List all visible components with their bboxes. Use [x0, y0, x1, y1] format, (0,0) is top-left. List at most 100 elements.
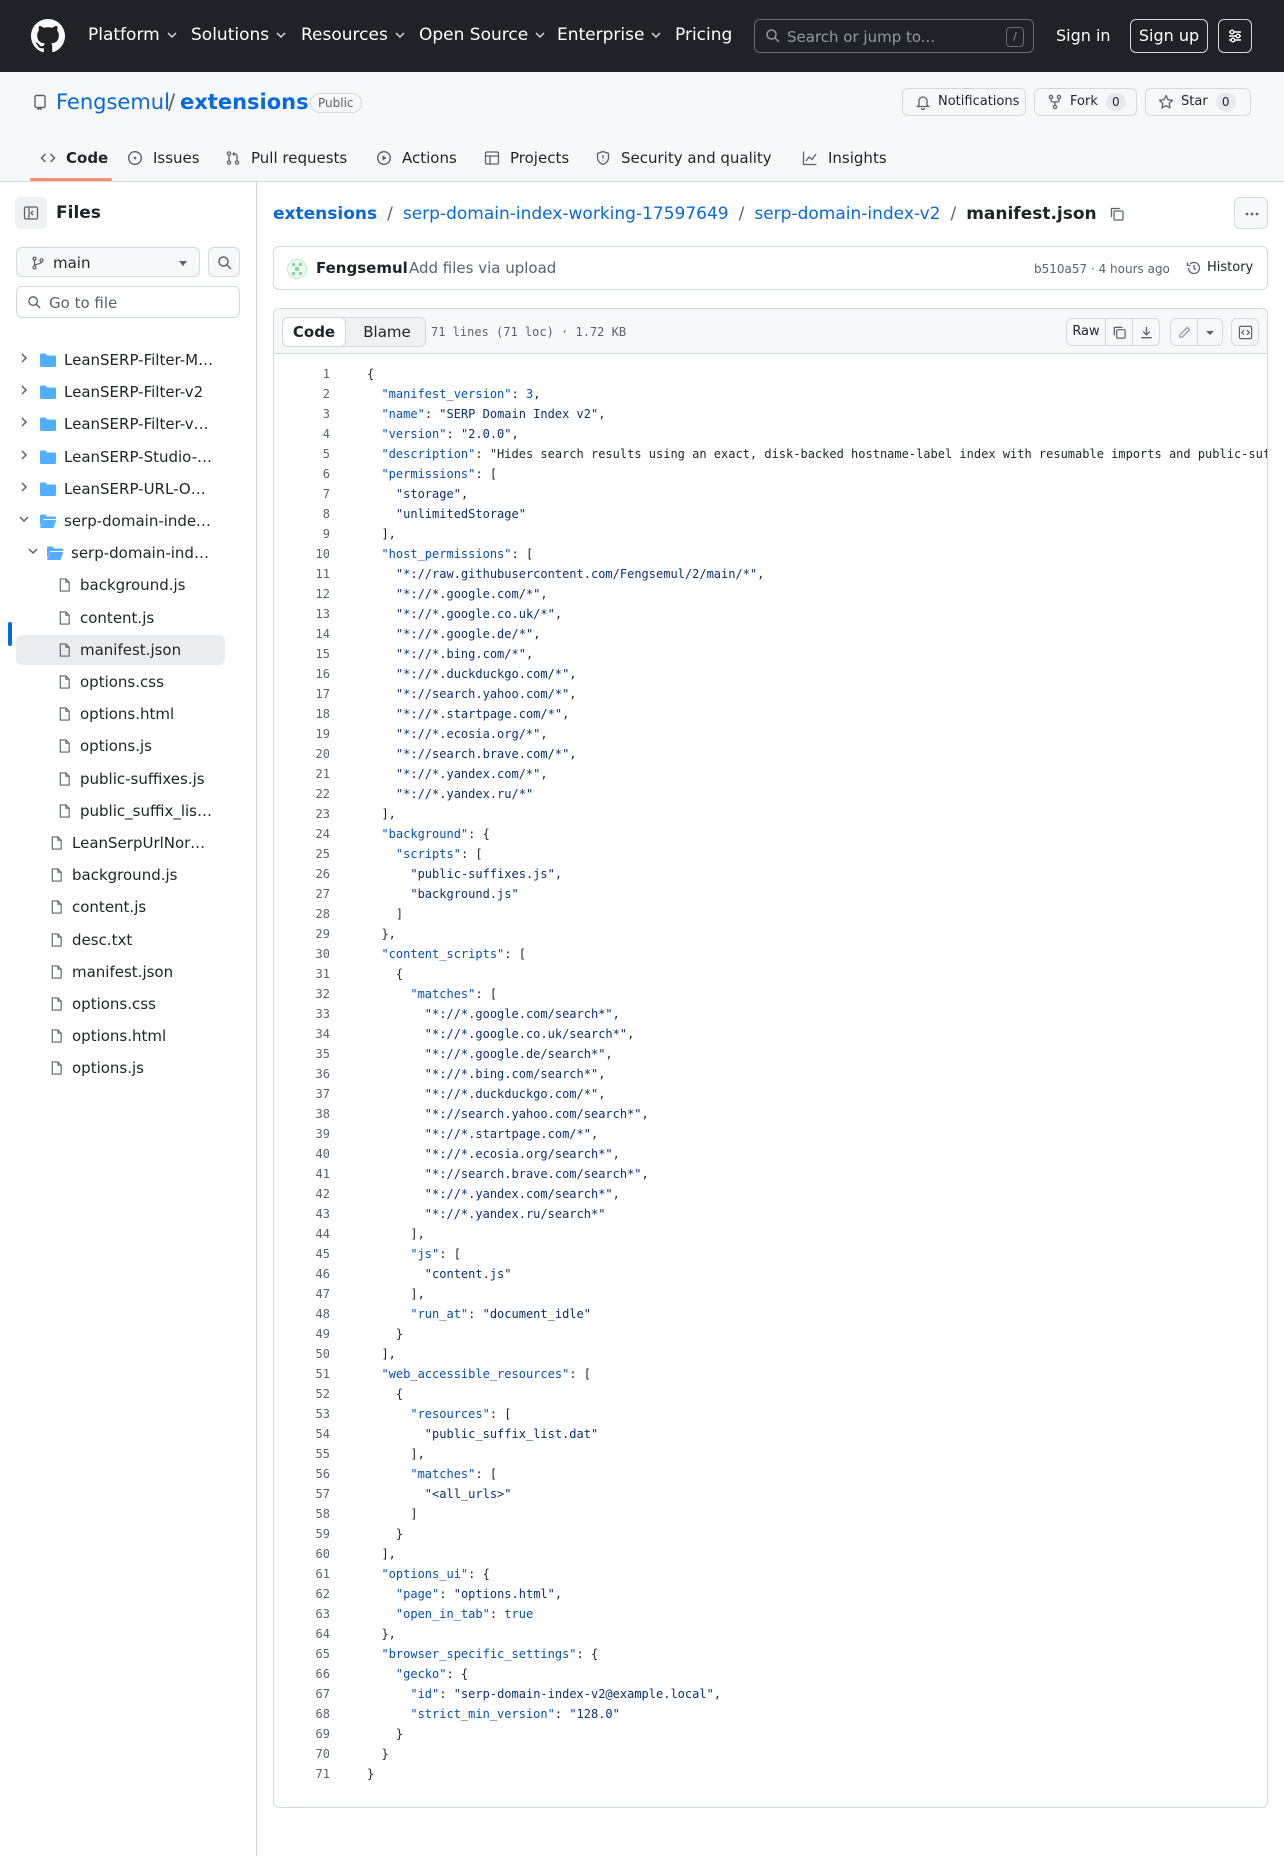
nav-solutions[interactable]: Solutions — [191, 24, 287, 46]
nav-platform[interactable]: Platform — [88, 24, 178, 46]
line-number[interactable]: 35 — [274, 1044, 330, 1064]
code-view[interactable]: 1{2 "manifest_version": 3, 3 "name": "SER… — [274, 364, 1267, 1784]
commit-sha-and-time[interactable]: b510a57 · 4 hours ago — [1034, 261, 1170, 277]
settings-menu-button[interactable] — [1218, 19, 1252, 53]
line-number[interactable]: 45 — [274, 1244, 330, 1264]
line-number[interactable]: 50 — [274, 1344, 330, 1364]
sign-in-link[interactable]: Sign in — [1056, 25, 1111, 47]
chevron-right-icon[interactable] — [18, 416, 30, 428]
more-options-button[interactable] — [1234, 197, 1268, 229]
line-number[interactable]: 8 — [274, 504, 330, 524]
edit-file-button[interactable] — [1170, 318, 1198, 346]
tab-projects[interactable]: Projects — [484, 147, 569, 169]
line-number[interactable]: 64 — [274, 1624, 330, 1644]
line-number[interactable]: 70 — [274, 1744, 330, 1764]
line-number[interactable]: 53 — [274, 1404, 330, 1424]
tree-folder-item[interactable]: LeanSERP-Studio-p... — [0, 442, 240, 472]
line-number[interactable]: 2 — [274, 384, 330, 404]
tree-file-item[interactable]: options.js — [0, 731, 240, 761]
line-number[interactable]: 27 — [274, 884, 330, 904]
line-number[interactable]: 42 — [274, 1184, 330, 1204]
line-number[interactable]: 22 — [274, 784, 330, 804]
line-number[interactable]: 43 — [274, 1204, 330, 1224]
line-number[interactable]: 10 — [274, 544, 330, 564]
chevron-right-icon[interactable] — [18, 352, 30, 364]
tab-issues[interactable]: Issues — [127, 147, 200, 169]
line-number[interactable]: 16 — [274, 664, 330, 684]
tree-file-item[interactable]: manifest.json — [0, 634, 240, 665]
line-number[interactable]: 29 — [274, 924, 330, 944]
nav-enterprise[interactable]: Enterprise — [557, 24, 662, 46]
line-number[interactable]: 14 — [274, 624, 330, 644]
tree-folder-item[interactable]: LeanSERP-URL-Out... — [0, 474, 240, 504]
line-number[interactable]: 11 — [274, 564, 330, 584]
search-files-button[interactable] — [208, 247, 240, 277]
notifications-button[interactable]: Notifications — [902, 88, 1026, 116]
avatar[interactable] — [287, 259, 307, 279]
line-number[interactable]: 44 — [274, 1224, 330, 1244]
symbols-panel-button[interactable] — [1231, 318, 1259, 346]
line-number[interactable]: 41 — [274, 1164, 330, 1184]
line-number[interactable]: 9 — [274, 524, 330, 544]
line-number[interactable]: 55 — [274, 1444, 330, 1464]
line-number[interactable]: 59 — [274, 1524, 330, 1544]
sign-up-button[interactable]: Sign up — [1130, 19, 1208, 53]
line-number[interactable]: 7 — [274, 484, 330, 504]
line-number[interactable]: 37 — [274, 1084, 330, 1104]
line-number[interactable]: 67 — [274, 1684, 330, 1704]
line-number[interactable]: 47 — [274, 1284, 330, 1304]
tab-pull-requests[interactable]: Pull requests — [225, 147, 347, 169]
line-number[interactable]: 48 — [274, 1304, 330, 1324]
tree-file-item[interactable]: options.html — [0, 699, 240, 729]
line-number[interactable]: 69 — [274, 1724, 330, 1744]
tree-file-item[interactable]: options.css — [0, 989, 240, 1019]
tree-file-item[interactable]: desc.txt — [0, 925, 240, 955]
line-number[interactable]: 57 — [274, 1484, 330, 1504]
commit-author-link[interactable]: Fengsemul — [316, 259, 408, 277]
line-number[interactable]: 31 — [274, 964, 330, 984]
chevron-down-icon[interactable] — [27, 545, 39, 557]
line-number[interactable]: 39 — [274, 1124, 330, 1144]
tree-file-item[interactable]: options.js — [0, 1053, 240, 1083]
chevron-down-icon[interactable] — [18, 513, 30, 525]
tree-file-item[interactable]: background.js — [0, 570, 240, 600]
tree-file-item[interactable]: manifest.json — [0, 957, 240, 987]
breadcrumb-subfolder-link[interactable]: serp-domain-index-v2 — [754, 203, 940, 225]
line-number[interactable]: 36 — [274, 1064, 330, 1084]
chevron-right-icon[interactable] — [18, 384, 30, 396]
line-number[interactable]: 1 — [274, 364, 330, 384]
download-button[interactable] — [1132, 318, 1160, 346]
line-number[interactable]: 4 — [274, 424, 330, 444]
tree-file-item[interactable]: content.js — [0, 892, 240, 922]
line-number[interactable]: 5 — [274, 444, 330, 464]
line-number[interactable]: 46 — [274, 1264, 330, 1284]
line-number[interactable]: 60 — [274, 1544, 330, 1564]
line-number[interactable]: 62 — [274, 1584, 330, 1604]
tree-file-item[interactable]: options.css — [0, 667, 240, 697]
blame-view-button[interactable]: Blame — [353, 323, 421, 341]
line-number[interactable]: 13 — [274, 604, 330, 624]
tree-file-item[interactable]: background.js — [0, 860, 240, 890]
line-number[interactable]: 52 — [274, 1384, 330, 1404]
line-number[interactable]: 68 — [274, 1704, 330, 1724]
collapse-sidebar-button[interactable] — [15, 197, 47, 229]
line-number[interactable]: 65 — [274, 1644, 330, 1664]
line-number[interactable]: 66 — [274, 1664, 330, 1684]
tree-folder-item[interactable]: LeanSERP-Filter-v2 — [0, 377, 240, 407]
line-number[interactable]: 26 — [274, 864, 330, 884]
commit-message-link[interactable]: Add files via upload — [409, 259, 556, 277]
line-number[interactable]: 38 — [274, 1104, 330, 1124]
line-number[interactable]: 61 — [274, 1564, 330, 1584]
history-button[interactable]: History — [1186, 259, 1253, 277]
github-logo-icon[interactable] — [31, 19, 65, 53]
line-number[interactable]: 58 — [274, 1504, 330, 1524]
line-number[interactable]: 15 — [274, 644, 330, 664]
copy-path-icon[interactable] — [1109, 206, 1125, 222]
copy-raw-button[interactable] — [1105, 318, 1133, 346]
line-number[interactable]: 51 — [274, 1364, 330, 1384]
line-number[interactable]: 23 — [274, 804, 330, 824]
breadcrumb-folder-link[interactable]: serp-domain-index-working-17597649 — [403, 203, 729, 225]
line-number[interactable]: 3 — [274, 404, 330, 424]
nav-resources[interactable]: Resources — [301, 24, 406, 46]
chevron-right-icon[interactable] — [18, 449, 30, 461]
